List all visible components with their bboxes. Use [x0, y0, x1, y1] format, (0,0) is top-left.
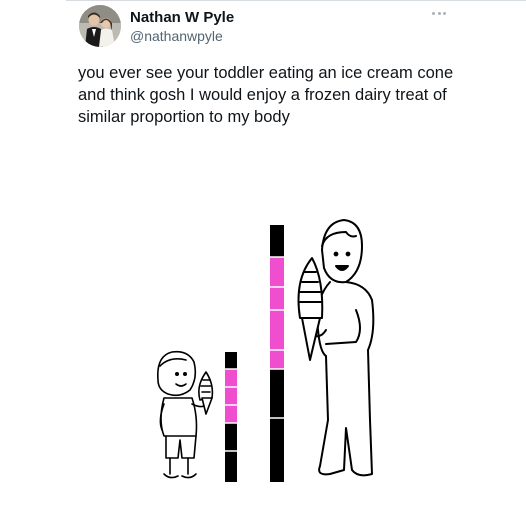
- toddler-height-bar: [225, 352, 237, 482]
- adult-figure: [297, 219, 375, 477]
- toddler-figure: [156, 350, 214, 479]
- adult-height-bar: [270, 225, 284, 482]
- comic-illustration: [156, 219, 375, 482]
